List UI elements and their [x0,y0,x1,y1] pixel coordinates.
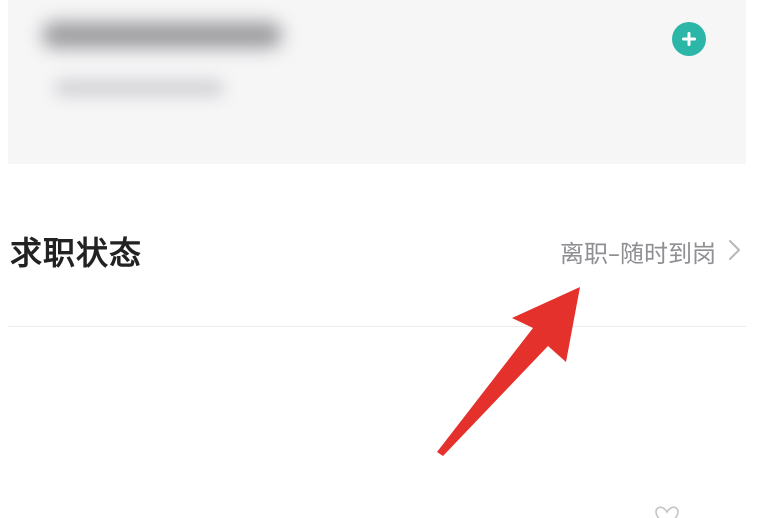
blurred-name [42,22,282,48]
add-button[interactable] [672,22,706,56]
heart-outline-icon[interactable] [652,506,682,518]
blurred-subtitle [54,80,224,96]
job-status-row[interactable]: 求职状态 离职–随时到岗 [8,200,748,300]
job-status-label: 求职状态 [10,234,143,272]
job-status-value[interactable]: 离职–随时到岗 [560,234,716,269]
plus-icon [682,32,696,46]
profile-card [8,0,746,164]
screen: 求职状态 离职–随时到岗 [0,0,760,518]
row-divider [8,326,746,327]
chevron-right-icon [729,240,740,260]
